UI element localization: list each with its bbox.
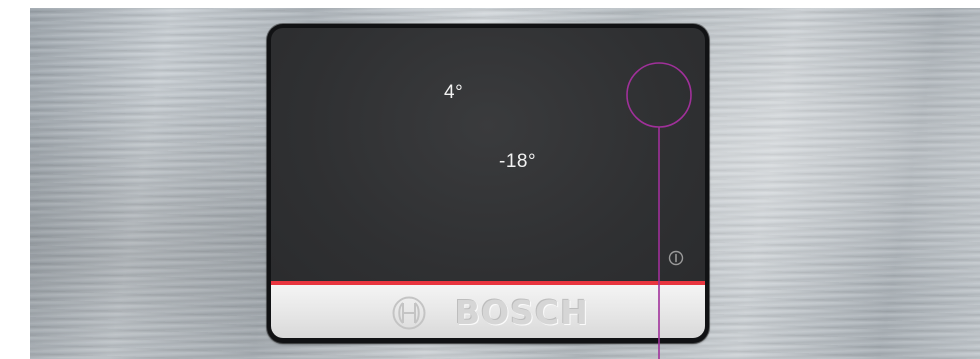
brand-logo-text: BOSCH bbox=[455, 293, 589, 332]
display-screen bbox=[271, 28, 705, 306]
bosch-armature-logo-icon bbox=[392, 296, 426, 330]
power-icon[interactable] bbox=[668, 250, 684, 266]
freezer-temperature-button[interactable]: -18° bbox=[499, 151, 536, 173]
fridge-temperature-button[interactable]: 4° bbox=[444, 82, 463, 104]
